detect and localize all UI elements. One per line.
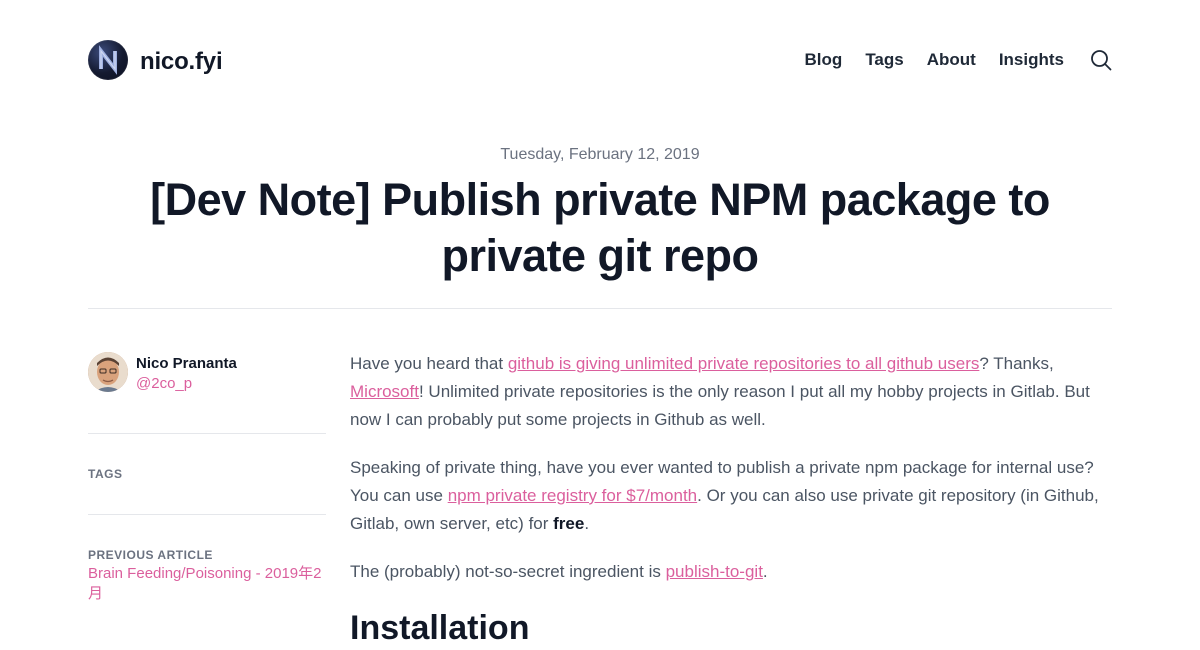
nav-insights[interactable]: Insights (999, 50, 1064, 70)
site-header: nico.fyi Blog Tags About Insights (88, 40, 1112, 80)
paragraph-text: . (584, 514, 590, 533)
github-link[interactable]: github is giving unlimited private repos… (508, 354, 980, 373)
header-divider (88, 308, 1112, 309)
previous-article-label: PREVIOUS ARTICLE (88, 548, 213, 562)
author-avatar (88, 352, 128, 392)
author-handle-link[interactable]: @2co_p (136, 375, 192, 392)
paragraph: Speaking of private thing, have you ever… (350, 454, 1112, 538)
nav-tags[interactable]: Tags (865, 50, 903, 70)
paragraph-text: ? Thanks, (979, 354, 1054, 373)
previous-article-link[interactable]: Brain Feeding/Poisoning - 2019年2月 (88, 564, 324, 604)
paragraph: The (probably) not-so-secret ingredient … (350, 558, 1112, 586)
publish-to-git-link[interactable]: publish-to-git (666, 562, 763, 581)
paragraph-text: . (762, 562, 768, 581)
paragraph-text: Have you heard that (350, 354, 508, 373)
bold-text: free (553, 514, 585, 533)
post-date: Tuesday, February 12, 2019 (500, 146, 700, 163)
site-logo-icon[interactable] (88, 40, 128, 80)
paragraph: Have you heard that github is giving unl… (350, 350, 1112, 434)
sidebar-divider (88, 433, 326, 434)
tags-label: TAGS (88, 467, 123, 481)
search-icon[interactable] (1090, 49, 1112, 71)
nav-about[interactable]: About (927, 50, 976, 70)
author-name: Nico Prananta (136, 355, 237, 372)
microsoft-link[interactable]: Microsoft (350, 382, 419, 401)
main-nav: Blog Tags About Insights (805, 48, 1112, 72)
post-content: Have you heard that github is giving unl… (350, 350, 1112, 650)
sidebar-divider (88, 514, 326, 515)
section-heading: Installation (350, 609, 530, 647)
paragraph-text: ! Unlimited private repositories is the … (350, 382, 1090, 429)
nav-blog[interactable]: Blog (805, 50, 843, 70)
paragraph-text: The (probably) not-so-secret ingredient … (350, 562, 666, 581)
post-title: [Dev Note] Publish private NPM package t… (150, 174, 1050, 281)
site-name-link[interactable]: nico.fyi (140, 48, 223, 76)
npm-registry-link[interactable]: npm private registry for $7/month (448, 486, 697, 505)
